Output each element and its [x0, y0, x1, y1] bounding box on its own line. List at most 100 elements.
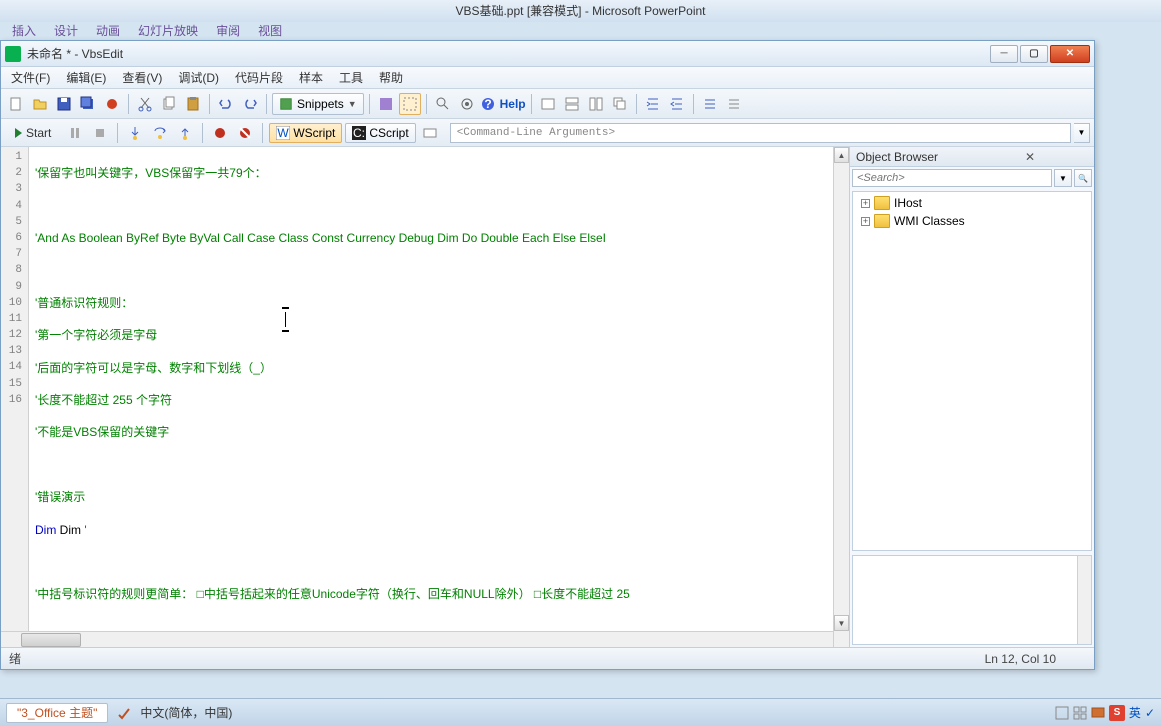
- comment-icon[interactable]: [699, 93, 721, 115]
- run-toolbar: Start W WScript C: CScript <Command-Line…: [1, 119, 1094, 147]
- detail-scrollbar[interactable]: [1077, 556, 1091, 644]
- help-icon: ?: [480, 96, 496, 112]
- object-tree[interactable]: + IHost + WMI Classes: [852, 191, 1092, 551]
- search-dropdown-icon[interactable]: ▼: [1054, 169, 1072, 187]
- ribbon-tab[interactable]: 插入: [12, 22, 36, 42]
- ribbon-tab[interactable]: 视图: [258, 22, 282, 42]
- svg-text:W: W: [278, 126, 290, 140]
- object-browser-title: Object Browser: [856, 150, 972, 164]
- folder-icon: [874, 196, 890, 210]
- step-over-icon[interactable]: [149, 122, 171, 144]
- vertical-scrollbar[interactable]: ▲ ▼: [833, 147, 849, 647]
- expand-icon[interactable]: +: [861, 217, 870, 226]
- scroll-down-icon[interactable]: ▼: [834, 615, 849, 631]
- ribbon-tab[interactable]: 设计: [54, 22, 78, 42]
- horizontal-scrollbar[interactable]: [1, 631, 833, 647]
- powerpoint-statusbar: "3_Office 主题" 中文(简体，中国) S 英 ✓: [0, 698, 1161, 726]
- wscript-toggle[interactable]: W WScript: [269, 123, 342, 143]
- snippets-dropdown[interactable]: Snippets▼: [272, 93, 364, 115]
- find-icon[interactable]: [432, 93, 454, 115]
- wscript-icon: W: [276, 126, 290, 140]
- help-button[interactable]: ? Help: [480, 96, 526, 112]
- ime-label[interactable]: 英: [1129, 704, 1141, 721]
- menu-file[interactable]: 文件(F): [5, 67, 56, 88]
- cut-icon[interactable]: [134, 93, 156, 115]
- ribbon-tab[interactable]: 幻灯片放映: [138, 22, 198, 42]
- view-normal-icon[interactable]: [1055, 706, 1069, 720]
- commandline-input[interactable]: <Command-Line Arguments>: [450, 123, 1071, 143]
- menu-tools[interactable]: 工具: [333, 67, 369, 88]
- tile-v-icon[interactable]: [585, 93, 607, 115]
- ime-mode-icon[interactable]: ✓: [1145, 706, 1155, 720]
- code-area[interactable]: '保留字也叫关键字，VBS保留字一共79个： 'And As Boolean B…: [29, 147, 833, 647]
- cscript-toggle[interactable]: C: CScript: [345, 123, 415, 143]
- record-icon[interactable]: [101, 93, 123, 115]
- panel-close-icon[interactable]: ✕: [972, 150, 1088, 164]
- ribbon-tab[interactable]: 审阅: [216, 22, 240, 42]
- breakpoint-clear-icon[interactable]: [234, 122, 256, 144]
- options-icon[interactable]: [456, 93, 478, 115]
- search-go-icon[interactable]: 🔍: [1074, 169, 1092, 187]
- cascade-icon[interactable]: [609, 93, 631, 115]
- start-button[interactable]: Start: [5, 123, 61, 143]
- step-into-icon[interactable]: [124, 122, 146, 144]
- menu-view[interactable]: 查看(V): [116, 67, 168, 88]
- save-all-icon[interactable]: [77, 93, 99, 115]
- scroll-thumb[interactable]: [21, 633, 81, 647]
- uncomment-icon[interactable]: [723, 93, 745, 115]
- window-icon[interactable]: [537, 93, 559, 115]
- language-indicator[interactable]: 中文(简体，中国): [140, 704, 232, 721]
- args-icon[interactable]: [419, 122, 441, 144]
- tool-icon[interactable]: [375, 93, 397, 115]
- powerpoint-title: VBS基础.ppt [兼容模式] - Microsoft PowerPoint: [0, 0, 1161, 22]
- step-out-icon[interactable]: [174, 122, 196, 144]
- view-slideshow-icon[interactable]: [1091, 706, 1105, 720]
- menu-edit[interactable]: 编辑(E): [60, 67, 112, 88]
- close-button[interactable]: ✕: [1050, 45, 1090, 63]
- undo-icon[interactable]: [215, 93, 237, 115]
- menu-debug[interactable]: 调试(D): [172, 67, 225, 88]
- code-editor[interactable]: 12345678910111213141516 '保留字也叫关键字，VBS保留字…: [1, 147, 849, 647]
- scroll-up-icon[interactable]: ▲: [834, 147, 849, 163]
- paste-icon[interactable]: [182, 93, 204, 115]
- save-icon[interactable]: [53, 93, 75, 115]
- minimize-button[interactable]: ─: [990, 45, 1018, 63]
- tile-h-icon[interactable]: [561, 93, 583, 115]
- theme-indicator[interactable]: "3_Office 主题": [6, 703, 108, 723]
- stop-icon[interactable]: [89, 122, 111, 144]
- tree-node-wmi[interactable]: + WMI Classes: [855, 212, 1089, 230]
- object-browser-panel: Object Browser ✕ ▼ 🔍 + IHost + WMI Class…: [849, 147, 1094, 647]
- text-cursor: [285, 312, 286, 327]
- spellcheck-icon[interactable]: [116, 705, 132, 721]
- redo-icon[interactable]: [239, 93, 261, 115]
- menu-samples[interactable]: 样本: [293, 67, 329, 88]
- folder-icon: [874, 214, 890, 228]
- play-icon: [15, 128, 22, 138]
- line-gutter: 12345678910111213141516: [1, 147, 29, 647]
- menu-help[interactable]: 帮助: [373, 67, 409, 88]
- cursor-position: Ln 12, Col 10: [985, 652, 1086, 666]
- outdent-icon[interactable]: [666, 93, 688, 115]
- status-text: 绪: [9, 650, 985, 667]
- ribbon-tab[interactable]: 动画: [96, 22, 120, 42]
- pause-icon[interactable]: [64, 122, 86, 144]
- window-title: 未命名 * - VbsEdit: [27, 45, 990, 62]
- tree-node-ihost[interactable]: + IHost: [855, 194, 1089, 212]
- maximize-button[interactable]: ▢: [1020, 45, 1048, 63]
- region-icon[interactable]: [399, 93, 421, 115]
- open-icon[interactable]: [29, 93, 51, 115]
- vbsedit-window: 未命名 * - VbsEdit ─ ▢ ✕ 文件(F) 编辑(E) 查看(V) …: [0, 40, 1095, 670]
- menu-snippets[interactable]: 代码片段: [229, 67, 289, 88]
- breakpoint-icon[interactable]: [209, 122, 231, 144]
- indent-icon[interactable]: [642, 93, 664, 115]
- view-sorter-icon[interactable]: [1073, 706, 1087, 720]
- ime-icon[interactable]: S: [1109, 705, 1125, 721]
- commandline-dropdown[interactable]: ▼: [1074, 123, 1090, 143]
- titlebar[interactable]: 未命名 * - VbsEdit ─ ▢ ✕: [1, 41, 1094, 67]
- cscript-icon: C:: [352, 126, 366, 140]
- toolbar: Snippets▼ ? Help: [1, 89, 1094, 119]
- expand-icon[interactable]: +: [861, 199, 870, 208]
- new-icon[interactable]: [5, 93, 27, 115]
- object-search-input[interactable]: [852, 169, 1052, 187]
- copy-icon[interactable]: [158, 93, 180, 115]
